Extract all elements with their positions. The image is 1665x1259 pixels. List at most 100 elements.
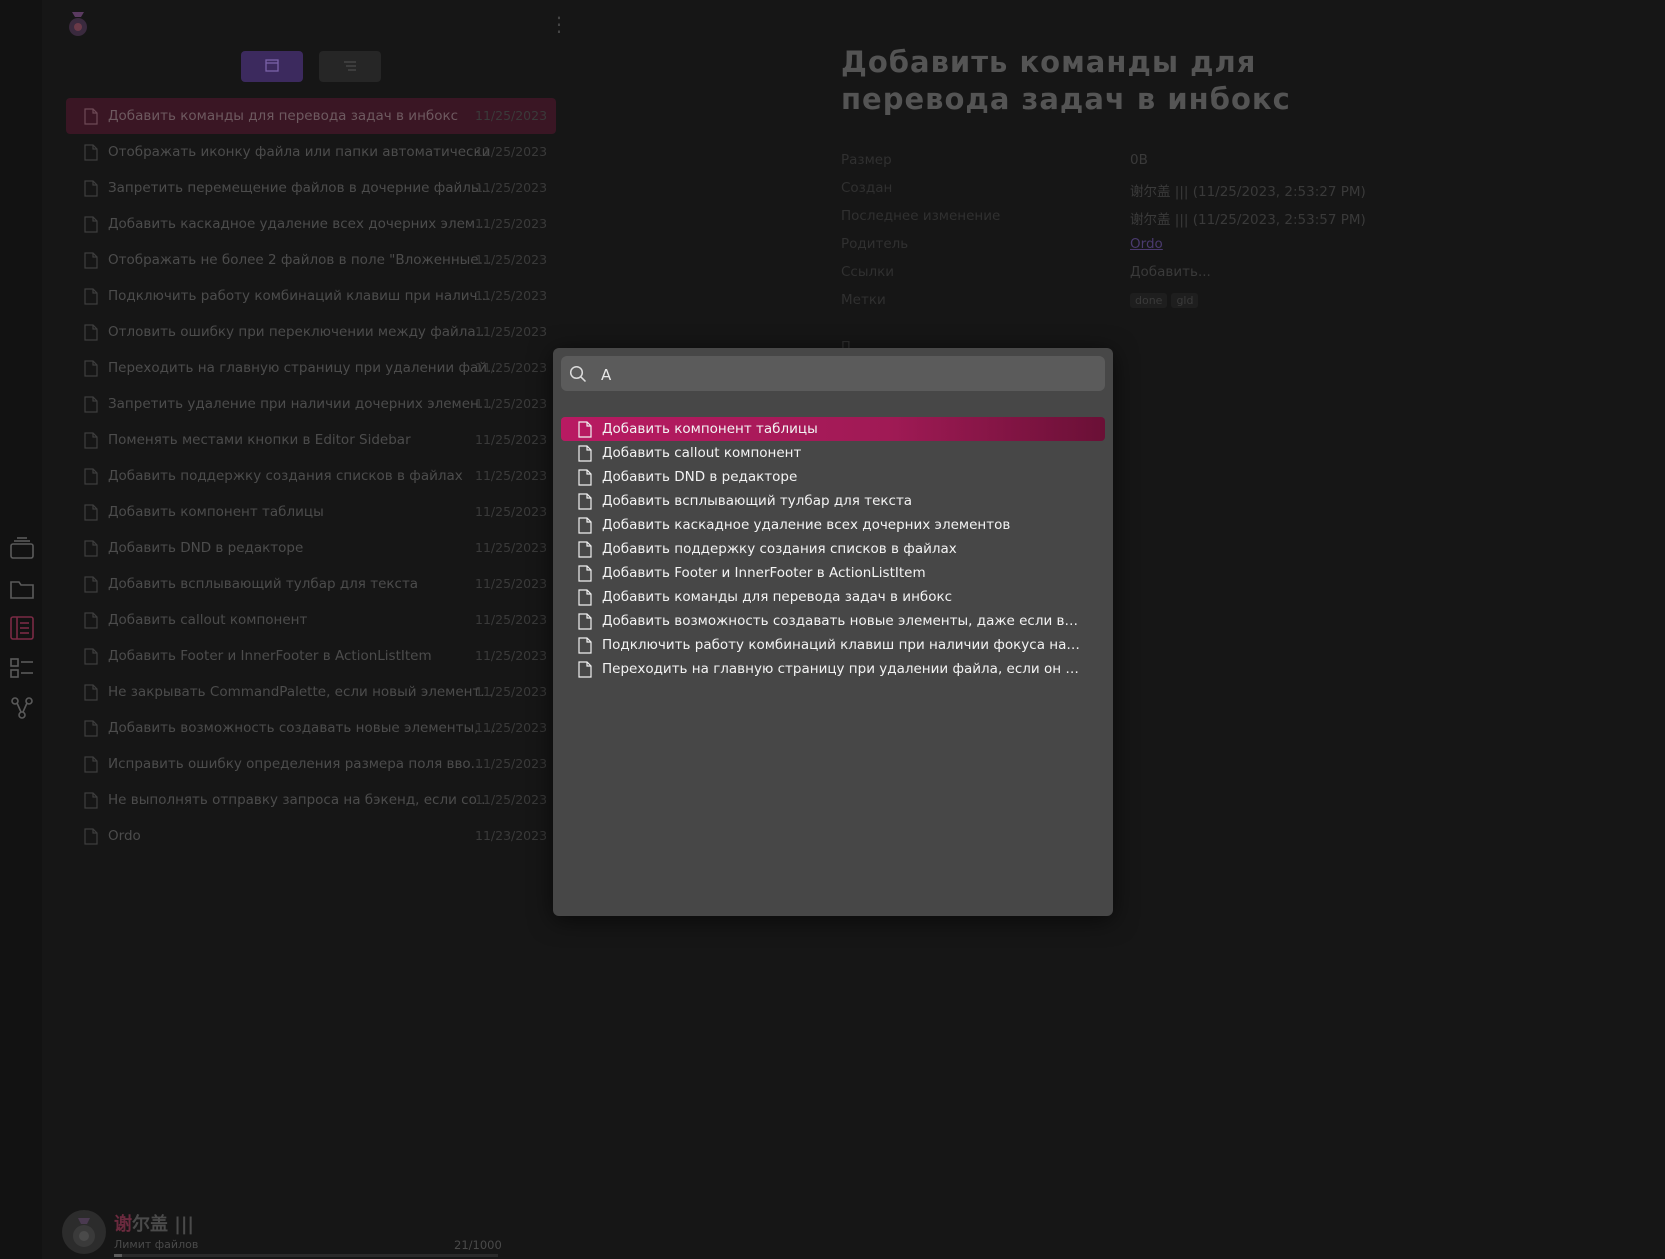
list-item[interactable]: Не выполнять отправку запроса на бэкенд,… bbox=[66, 782, 556, 818]
file-icon bbox=[84, 540, 98, 561]
list-item[interactable]: Исправить ошибку определения размера пол… bbox=[66, 746, 556, 782]
list-item[interactable]: Запретить перемещение файлов в дочерние … bbox=[66, 170, 556, 206]
file-icon bbox=[84, 288, 98, 309]
list-item-title: Подключить работу комбинаций клавиш при … bbox=[108, 288, 491, 304]
tag-badge[interactable]: gld bbox=[1171, 293, 1199, 308]
list-item[interactable]: Отображать иконку файла или папки автома… bbox=[66, 134, 556, 170]
list-item[interactable]: Отображать не более 2 файлов в поле "Вло… bbox=[66, 242, 556, 278]
file-icon bbox=[84, 144, 98, 165]
parent-link[interactable]: Ordo bbox=[1130, 236, 1163, 252]
property-key: Метки bbox=[841, 292, 886, 308]
calendar-icon bbox=[265, 57, 279, 76]
list-item-title: Не закрывать CommandPalette, если новый … bbox=[108, 684, 494, 700]
list-item-title: Переходить на главную страницу при удале… bbox=[108, 360, 500, 376]
list-item[interactable]: Подключить работу комбинаций клавиш при … bbox=[66, 278, 556, 314]
list-item[interactable]: Добавить callout компонент 11/25/2023 bbox=[66, 602, 556, 638]
file-icon bbox=[578, 661, 592, 682]
list-item[interactable]: Добавить всплывающий тулбар для текста 11… bbox=[66, 566, 556, 602]
property-key: Родитель bbox=[841, 236, 909, 252]
app-logo[interactable] bbox=[66, 10, 90, 38]
list-item[interactable]: Добавить поддержку создания списков в фа… bbox=[66, 458, 556, 494]
more-menu-icon[interactable]: ⋮ bbox=[549, 12, 569, 36]
file-icon bbox=[84, 432, 98, 453]
checklist-icon[interactable] bbox=[10, 656, 34, 680]
file-icon bbox=[578, 613, 592, 634]
search-result-item[interactable]: Добавить команды для перевода задач в ин… bbox=[561, 585, 1105, 609]
list-item-date: 11/25/2023 bbox=[475, 108, 548, 123]
list-item[interactable]: Запретить удаление при наличии дочерних … bbox=[66, 386, 556, 422]
search-result-item[interactable]: Добавить компонент таблицы bbox=[561, 417, 1105, 441]
activity-rail bbox=[0, 0, 42, 1259]
search-icon bbox=[569, 365, 587, 387]
property-row: Создан 谢尔盖 ||| (11/25/2023, 2:53:27 PM) bbox=[841, 176, 1401, 204]
list-item-date: 11/25/2023 bbox=[475, 576, 548, 591]
list-item[interactable]: Поменять местами кнопки в Editor Sidebar… bbox=[66, 422, 556, 458]
search-result-item[interactable]: Переходить на главную страницу при удале… bbox=[561, 657, 1105, 681]
list-item-date: 11/25/2023 bbox=[475, 504, 548, 519]
property-value: 0B bbox=[1130, 152, 1148, 168]
list-item-title: Поменять местами кнопки в Editor Sidebar bbox=[108, 432, 411, 448]
list-item-date: 11/25/2023 bbox=[475, 144, 548, 159]
list-item[interactable]: Добавить Footer и InnerFooter в ActionLi… bbox=[66, 638, 556, 674]
list-item-date: 11/25/2023 bbox=[475, 612, 548, 627]
app-window: ⋮ Добавить команды для перевода задач в … bbox=[0, 0, 1665, 1259]
search-result-title: Добавить Footer и InnerFooter в ActionLi… bbox=[602, 565, 926, 581]
file-icon bbox=[578, 637, 592, 658]
add-link-button[interactable]: Добавить... bbox=[1130, 264, 1211, 280]
graph-icon[interactable] bbox=[10, 696, 34, 720]
file-icon bbox=[84, 504, 98, 525]
file-icon bbox=[578, 517, 592, 538]
page-title: Добавить команды для перевода задач в ин… bbox=[841, 45, 1291, 116]
list-item-title: Запретить удаление при наличии дочерних … bbox=[108, 396, 492, 412]
list-item-title: Ordo bbox=[108, 828, 141, 844]
file-icon bbox=[84, 108, 98, 129]
list-item[interactable]: Отловить ошибку при переключении между ф… bbox=[66, 314, 556, 350]
search-result-item[interactable]: Добавить DND в редакторе bbox=[561, 465, 1105, 489]
folder-icon[interactable] bbox=[10, 577, 34, 601]
file-icon bbox=[84, 612, 98, 633]
list-item[interactable]: Ordo 11/23/2023 bbox=[66, 818, 556, 854]
list-item-title: Не выполнять отправку запроса на бэкенд,… bbox=[108, 792, 490, 808]
list-item[interactable]: Добавить компонент таблицы 11/25/2023 bbox=[66, 494, 556, 530]
search-result-title: Добавить callout компонент bbox=[602, 445, 802, 461]
search-result-item[interactable]: Добавить каскадное удаление всех дочерни… bbox=[561, 513, 1105, 537]
calendar-view-button[interactable] bbox=[241, 51, 303, 82]
search-result-item[interactable]: Добавить всплывающий тулбар для текста bbox=[561, 489, 1105, 513]
property-row: Размер 0B bbox=[841, 148, 1401, 176]
search-result-item[interactable]: Добавить callout компонент bbox=[561, 441, 1105, 465]
list-item-date: 11/25/2023 bbox=[475, 468, 548, 483]
list-item-date: 11/25/2023 bbox=[475, 252, 548, 267]
list-item[interactable]: Переходить на главную страницу при удале… bbox=[66, 350, 556, 386]
avatar[interactable] bbox=[62, 1210, 106, 1254]
inbox-icon[interactable] bbox=[10, 536, 34, 560]
search-input[interactable] bbox=[599, 361, 1093, 389]
search-result-item[interactable]: Добавить поддержку создания списков в фа… bbox=[561, 537, 1105, 561]
list-item[interactable]: Добавить команды для перевода задач в ин… bbox=[66, 98, 556, 134]
tag-badge[interactable]: done bbox=[1130, 293, 1168, 308]
search-result-title: Переходить на главную страницу при удале… bbox=[602, 661, 1082, 677]
list-item-title: Добавить Footer и InnerFooter в ActionLi… bbox=[108, 648, 432, 664]
user-name: 谢尔盖 ||| bbox=[114, 1214, 194, 1235]
search-bar[interactable] bbox=[561, 356, 1105, 391]
search-result-item[interactable]: Подключить работу комбинаций клавиш при … bbox=[561, 633, 1105, 657]
property-key: Последнее изменение bbox=[841, 208, 1001, 224]
list-item-title: Добавить callout компонент bbox=[108, 612, 308, 628]
file-icon bbox=[84, 720, 98, 741]
search-results: Добавить компонент таблицы Добавить callo… bbox=[561, 417, 1105, 681]
list-item-title: Исправить ошибку определения размера пол… bbox=[108, 756, 484, 772]
list-item[interactable]: Добавить возможность создавать новые эле… bbox=[66, 710, 556, 746]
search-result-title: Добавить поддержку создания списков в фа… bbox=[602, 541, 957, 557]
list-item[interactable]: Добавить DND в редакторе 11/25/2023 bbox=[66, 530, 556, 566]
list-item-date: 11/25/2023 bbox=[475, 396, 548, 411]
search-result-item[interactable]: Добавить возможность создавать новые эле… bbox=[561, 609, 1105, 633]
search-result-title: Добавить всплывающий тулбар для текста bbox=[602, 493, 913, 509]
list-view-button[interactable] bbox=[319, 51, 381, 82]
list-item-title: Добавить возможность создавать новые эле… bbox=[108, 720, 496, 736]
search-result-item[interactable]: Добавить Footer и InnerFooter в ActionLi… bbox=[561, 561, 1105, 585]
file-icon bbox=[578, 589, 592, 610]
list-item[interactable]: Добавить каскадное удаление всех дочерни… bbox=[66, 206, 556, 242]
list-item-title: Запретить перемещение файлов в дочерние … bbox=[108, 180, 495, 196]
files-list-icon[interactable] bbox=[10, 616, 34, 640]
file-limit-label: Лимит файлов bbox=[114, 1238, 199, 1251]
list-item[interactable]: Не закрывать CommandPalette, если новый … bbox=[66, 674, 556, 710]
